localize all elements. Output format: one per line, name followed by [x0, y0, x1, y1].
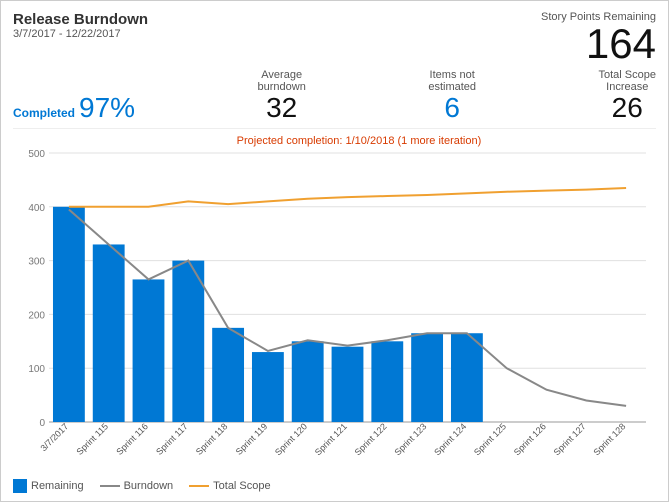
header-right: Story Points Remaining 164 — [541, 11, 656, 65]
header-left: Release Burndown 3/7/2017 - 12/22/2017 — [13, 11, 148, 40]
svg-text:Sprint 123: Sprint 123 — [392, 421, 428, 457]
avg-burndown-value: 32 — [266, 93, 297, 124]
svg-text:200: 200 — [28, 310, 45, 321]
svg-text:Sprint 117: Sprint 117 — [154, 421, 190, 457]
svg-text:Sprint 118: Sprint 118 — [194, 421, 230, 457]
items-value: 6 — [444, 93, 460, 124]
svg-text:Sprint 128: Sprint 128 — [591, 421, 627, 457]
svg-text:300: 300 — [28, 256, 45, 267]
dashboard-container: Release Burndown 3/7/2017 - 12/22/2017 S… — [0, 0, 669, 502]
legend-scope-label: Total Scope — [213, 480, 270, 492]
svg-text:Sprint 126: Sprint 126 — [512, 421, 548, 457]
completed-value: 97% — [79, 92, 135, 124]
header: Release Burndown 3/7/2017 - 12/22/2017 S… — [13, 11, 656, 65]
burndown-chart: 01002003004005003/7/2017Sprint 115Sprint… — [13, 133, 656, 477]
svg-text:Sprint 116: Sprint 116 — [114, 421, 150, 457]
svg-text:100: 100 — [28, 364, 45, 375]
svg-text:Sprint 127: Sprint 127 — [552, 421, 588, 457]
scope-value: 26 — [612, 93, 643, 124]
chart-area: Projected completion: 1/10/2018 (1 more … — [13, 133, 656, 477]
story-points-value: 164 — [586, 20, 656, 67]
date-range: 3/7/2017 - 12/22/2017 — [13, 28, 148, 40]
avg-burndown-metric: Average burndown 32 — [258, 69, 306, 124]
svg-text:Sprint 122: Sprint 122 — [353, 421, 389, 457]
legend-remaining: Remaining — [13, 479, 84, 493]
legend-burndown-icon — [100, 485, 120, 487]
legend-total-scope: Total Scope — [189, 480, 270, 492]
legend-scope-icon — [189, 485, 209, 487]
chart-title: Release Burndown — [13, 11, 148, 28]
metrics-row: Completed 97% Average burndown 32 Items … — [13, 69, 656, 129]
legend-burndown: Burndown — [100, 480, 174, 492]
completed-label: Completed — [13, 106, 75, 120]
svg-text:400: 400 — [28, 203, 45, 214]
items-not-estimated-metric: Items not estimated 6 — [428, 69, 476, 124]
legend-remaining-icon — [13, 479, 27, 493]
completed-metric: Completed 97% — [13, 92, 135, 124]
svg-text:Sprint 119: Sprint 119 — [234, 421, 270, 457]
svg-text:500: 500 — [28, 149, 45, 160]
total-scope-metric: Total Scope Increase 26 — [599, 69, 656, 124]
svg-text:Sprint 120: Sprint 120 — [273, 421, 309, 457]
legend-burndown-label: Burndown — [124, 480, 174, 492]
scope-label1: Total Scope — [599, 69, 656, 81]
avg-burndown-label1: Average — [261, 69, 302, 81]
svg-text:Sprint 121: Sprint 121 — [313, 421, 349, 457]
legend-remaining-label: Remaining — [31, 480, 84, 492]
legend: Remaining Burndown Total Scope — [13, 479, 656, 493]
svg-text:0: 0 — [39, 418, 45, 429]
svg-text:Sprint 115: Sprint 115 — [75, 421, 111, 457]
projection-label: Projected completion: 1/10/2018 (1 more … — [237, 135, 482, 147]
items-label1: Items not — [430, 69, 475, 81]
svg-text:Sprint 125: Sprint 125 — [472, 421, 508, 457]
svg-text:Sprint 124: Sprint 124 — [432, 421, 468, 457]
